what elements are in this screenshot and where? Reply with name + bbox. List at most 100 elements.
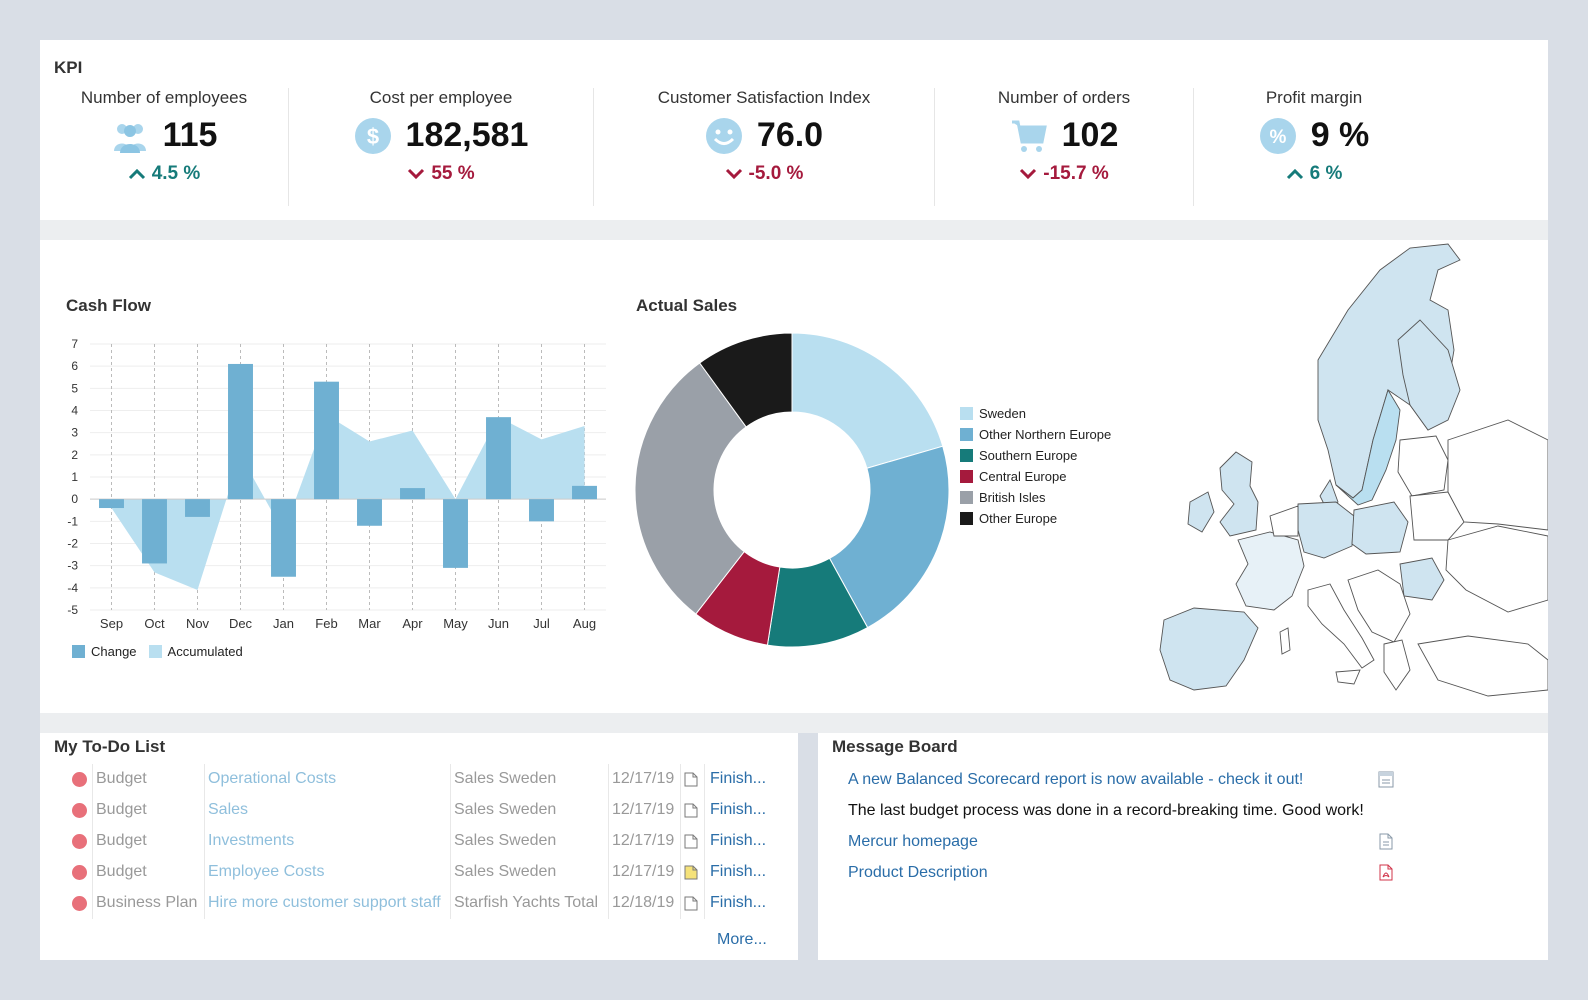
column-divider (704, 795, 705, 826)
change-bar (228, 363, 253, 500)
document-icon[interactable] (684, 772, 698, 787)
todo-type: Budget (96, 801, 147, 818)
status-dot (72, 834, 87, 849)
arrow-down-icon (725, 168, 742, 180)
todo-item[interactable]: Sales (208, 801, 248, 819)
people-icon (113, 123, 146, 153)
legend-swatch (960, 470, 973, 483)
cash-flow-title: Cash Flow (66, 296, 152, 315)
x-tick-label: Jun (488, 616, 509, 631)
column-divider (680, 826, 681, 857)
todo-finish-link[interactable]: Finish... (710, 894, 766, 912)
status-dot (72, 803, 87, 818)
legend-label-change: Change (91, 644, 137, 659)
kpi-card-satisfaction[interactable]: Customer Satisfaction Index 76.0 -5.0 % (594, 88, 934, 206)
more-link[interactable]: More... (717, 931, 767, 949)
todo-row[interactable]: Budget Operational Costs Sales Sweden 12/17… (40, 764, 798, 795)
todo-item[interactable]: Employee Costs (208, 863, 325, 881)
document-icon[interactable] (684, 803, 698, 818)
kpi-change: -15.7 % (935, 163, 1193, 185)
kpi-value: 102 (1061, 116, 1119, 154)
column-divider (680, 764, 681, 795)
y-tick-label: 0 (71, 492, 78, 506)
kpi-label: Cost per employee (369, 88, 513, 107)
accumulated-area (111, 414, 585, 591)
todo-date: 12/18/19 (612, 894, 675, 911)
message-mercur-link[interactable]: Mercur homepage (848, 833, 978, 851)
status-dot (72, 772, 87, 787)
column-divider (450, 795, 451, 826)
todo-finish-link[interactable]: Finish... (710, 832, 766, 850)
column-divider (92, 764, 93, 795)
column-divider (450, 826, 451, 857)
todo-type: Business Plan (96, 894, 198, 911)
legend-swatch-accumulated (148, 645, 162, 658)
column-divider (680, 888, 681, 919)
kpi-value: 115 (162, 116, 218, 154)
document-icon[interactable] (684, 834, 698, 849)
change-bar (443, 499, 468, 568)
europe-map[interactable] (1148, 240, 1548, 713)
y-tick-label: 1 (71, 470, 78, 484)
report-icon[interactable] (1378, 771, 1394, 788)
todo-finish-link[interactable]: Finish... (710, 770, 766, 788)
message-scorecard-link[interactable]: A new Balanced Scorecard report is now a… (848, 771, 1303, 789)
arrow-down-icon (1020, 168, 1037, 180)
legend-label: British Isles (979, 490, 1046, 505)
column-divider (204, 888, 205, 919)
kpi-panel: KPI Number of employees 115 4.5 % Cost p… (40, 40, 1548, 220)
legend-swatch (960, 449, 973, 462)
kpi-card-employees[interactable]: Number of employees 115 4.5 % (40, 88, 288, 206)
kpi-card-cost[interactable]: Cost per employee $ 182,581 55 % (289, 88, 593, 206)
change-bar (314, 381, 339, 500)
todo-row[interactable]: Business Plan Hire more customer support … (40, 888, 798, 919)
todo-finish-link[interactable]: Finish... (710, 863, 766, 881)
legend-swatch-change (72, 645, 85, 658)
todo-item[interactable]: Investments (208, 832, 294, 850)
message-product-link[interactable]: Product Description (848, 864, 988, 882)
change-bar (357, 499, 382, 526)
column-divider (92, 888, 93, 919)
kpi-card-profit[interactable]: Profit margin % 9 % 6 % (1194, 88, 1434, 206)
column-divider (450, 888, 451, 919)
kpi-label: Number of employees (80, 88, 248, 107)
todo-item[interactable]: Operational Costs (208, 770, 336, 788)
todo-title: My To-Do List (54, 737, 166, 756)
kpi-label: Profit margin (1265, 88, 1363, 107)
kpi-change: 4.5 % (40, 163, 288, 185)
y-tick-label: 5 (71, 381, 78, 395)
todo-date: 12/17/19 (612, 832, 675, 849)
panel-gap (40, 713, 1548, 733)
y-tick-label: -3 (67, 559, 78, 573)
x-tick-label: Jan (273, 616, 294, 631)
document-icon[interactable] (1378, 833, 1394, 850)
kpi-change: -5.0 % (594, 163, 934, 185)
todo-unit: Starfish Yachts Total (454, 894, 599, 911)
actual-sales-title: Actual Sales (636, 296, 738, 315)
kpi-change-value: -5.0 % (748, 163, 804, 184)
todo-date: 12/17/19 (612, 863, 675, 880)
todo-row[interactable]: Budget Investments Sales Sweden 12/17/19 Fin… (40, 826, 798, 857)
kpi-change-value: -15.7 % (1043, 163, 1109, 184)
y-tick-label: 7 (71, 337, 78, 351)
kpi-card-orders[interactable]: Number of orders 102 -15.7 % (935, 88, 1193, 206)
todo-row[interactable]: Budget Employee Costs Sales Sweden 12/17/19… (40, 857, 798, 888)
legend-item: Southern Europe (960, 448, 1077, 463)
todo-finish-link[interactable]: Finish... (710, 801, 766, 819)
column-divider (608, 764, 609, 795)
todo-item[interactable]: Hire more customer support staff (208, 894, 441, 912)
document-icon[interactable] (684, 865, 698, 880)
todo-row[interactable]: Budget Sales Sales Sweden 12/17/19 Finish... (40, 795, 798, 826)
document-icon[interactable] (684, 896, 698, 911)
legend-label: Other Europe (979, 511, 1058, 526)
column-divider (704, 857, 705, 888)
y-tick-label: -2 (67, 537, 78, 551)
kpi-change-value: 4.5 % (151, 163, 201, 184)
donut-slice[interactable] (791, 332, 944, 469)
y-tick-label: -1 (67, 514, 78, 528)
legend-label-accumulated: Accumulated (167, 644, 243, 659)
actual-sales-legend: Sweden Other Northern Europe Southern Euro… (960, 406, 1160, 546)
svg-text:$: $ (366, 124, 378, 149)
column-divider (450, 857, 451, 888)
pdf-icon[interactable] (1378, 864, 1394, 881)
